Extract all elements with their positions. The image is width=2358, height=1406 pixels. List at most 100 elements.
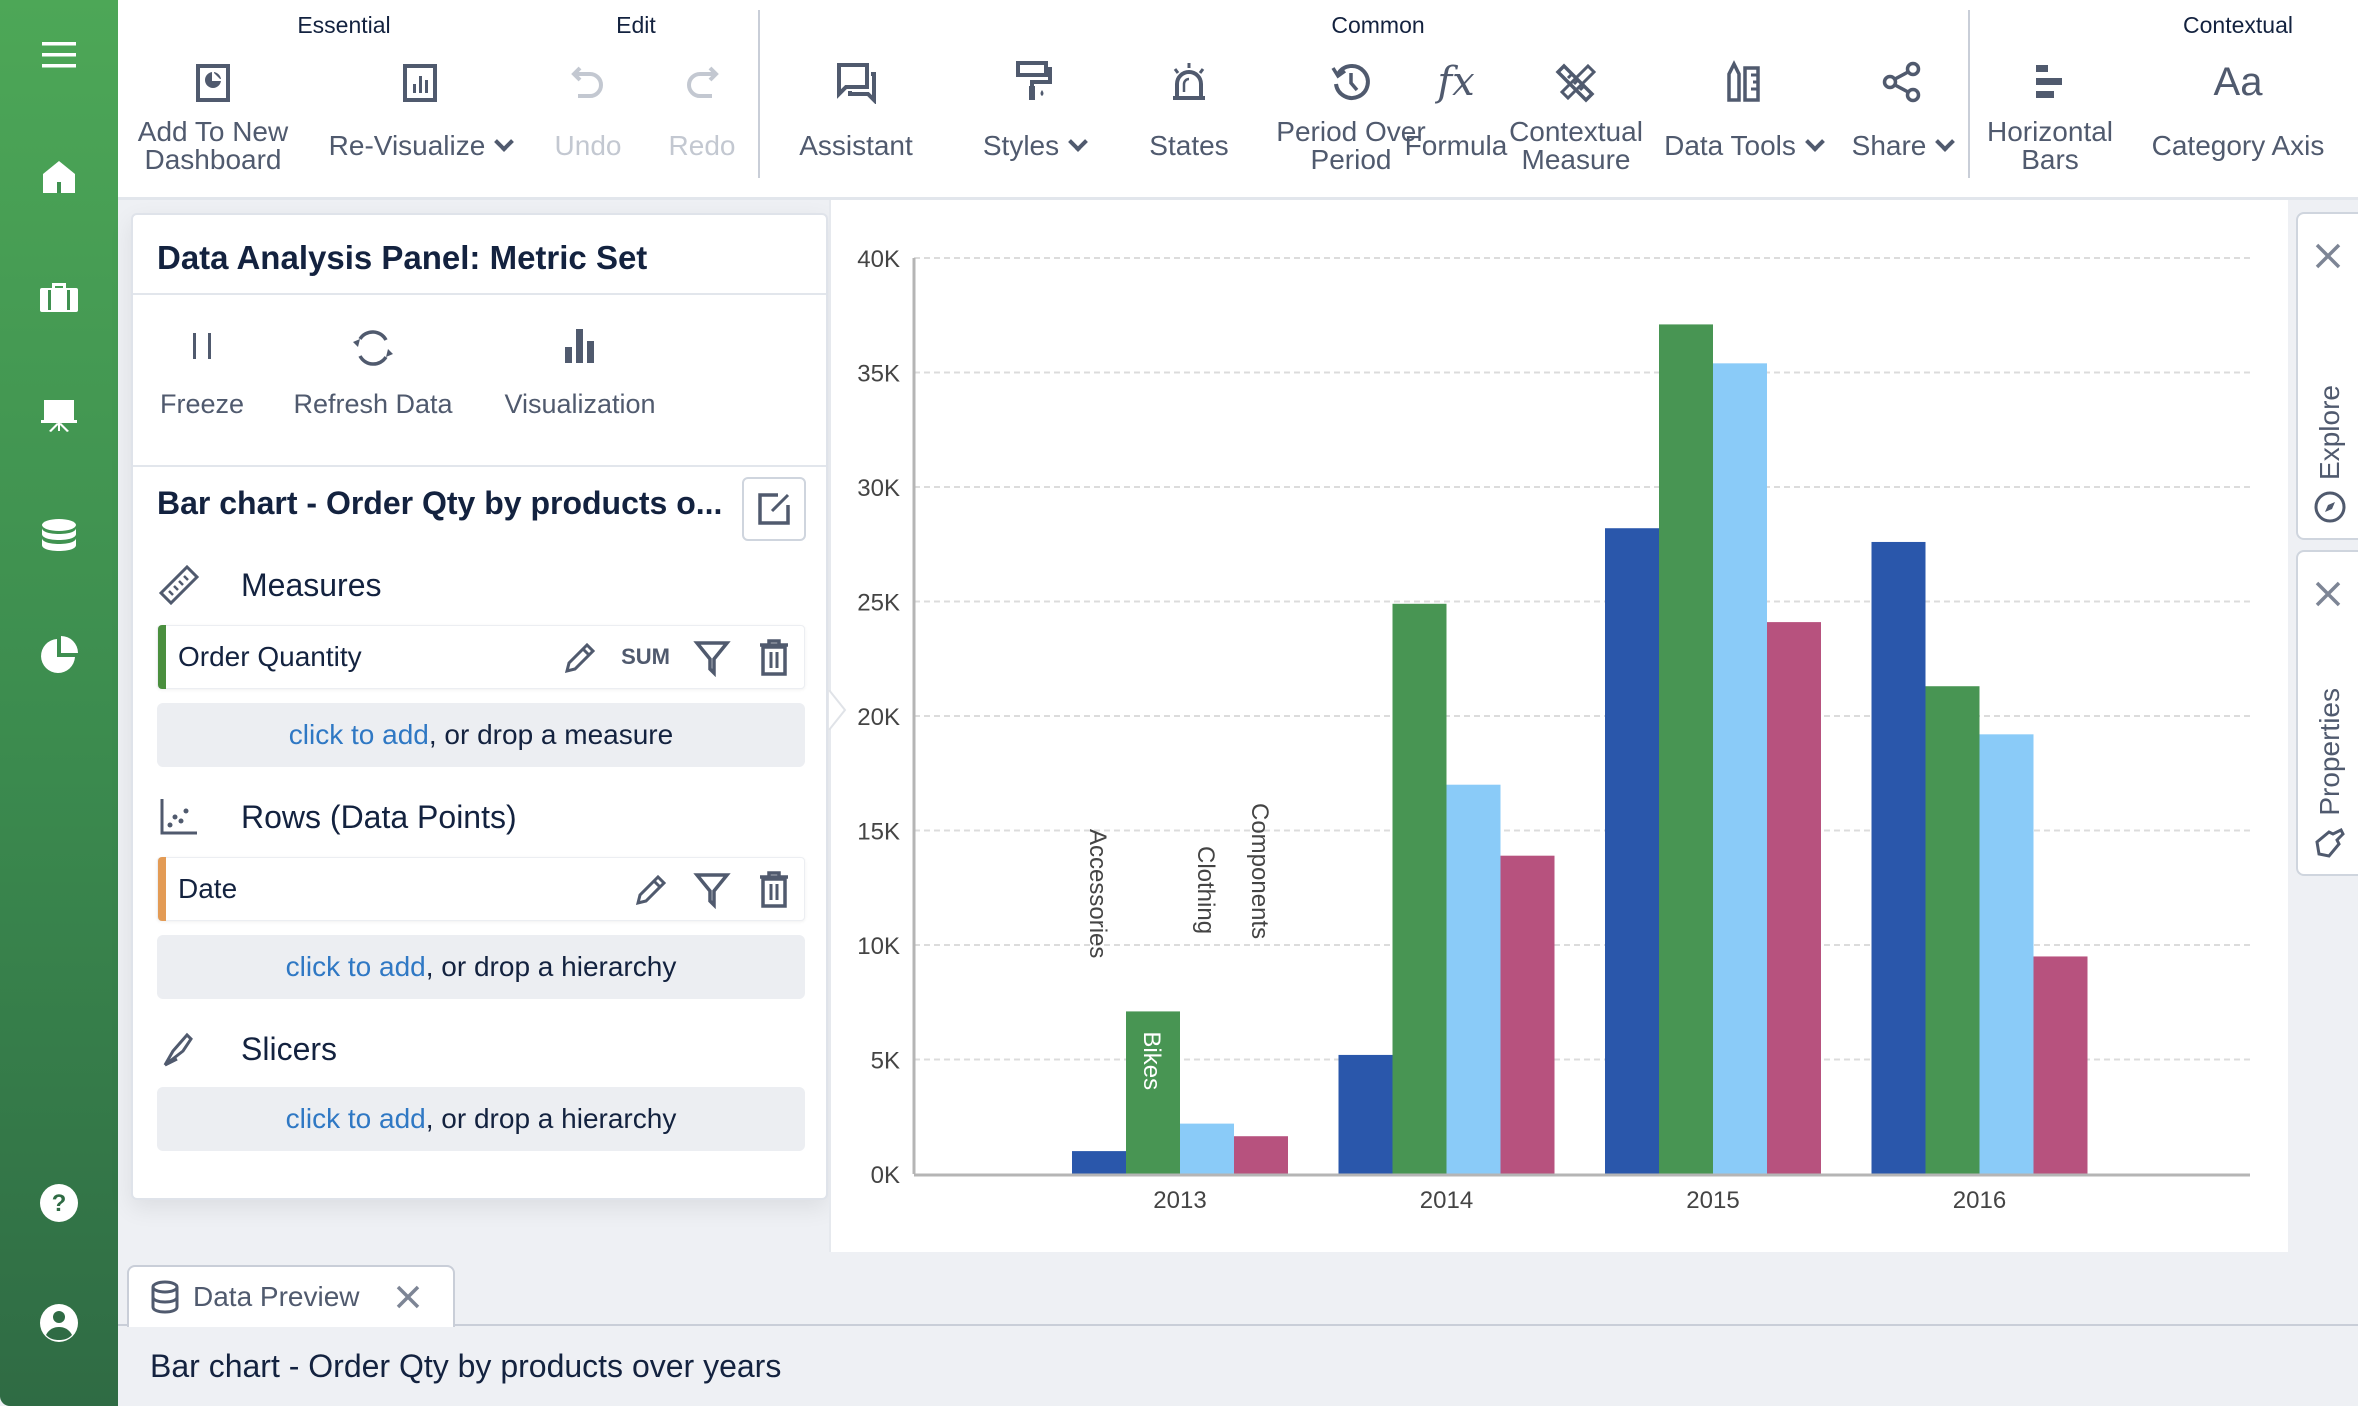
- refresh-data-label: Refresh Data: [293, 389, 453, 419]
- revisualize-label: Re-Visualize: [328, 130, 486, 161]
- freeze-label: Freeze: [159, 389, 245, 419]
- bar-components-2014[interactable]: [1500, 855, 1555, 1174]
- redo-label: Redo: [668, 130, 736, 161]
- bar-accessories-2015[interactable]: [1605, 528, 1659, 1174]
- toolbar-separator: [1968, 10, 1970, 178]
- x-tick-label: 2015: [1686, 1187, 1739, 1214]
- horizontal-bars-label-1: Horizontal: [1986, 116, 2114, 147]
- scatter-plot-icon: [160, 799, 197, 835]
- bar-clothing-2016[interactable]: [1979, 734, 2034, 1174]
- database-icon: [42, 519, 76, 551]
- properties-tab[interactable]: Properties: [2296, 550, 2358, 876]
- trash-icon[interactable]: [754, 637, 794, 677]
- group-label-contextual: Contextual: [2183, 12, 2293, 38]
- filter-icon[interactable]: [692, 869, 732, 909]
- refresh-icon: [353, 330, 393, 366]
- data-tools-label: Data Tools: [1664, 130, 1796, 161]
- sidebar-item-home[interactable]: [24, 141, 94, 211]
- pie-chart-icon: [41, 636, 78, 673]
- measure-field-order-quantity[interactable]: Order Quantity SUM: [157, 625, 805, 689]
- dashboard-add-icon: [196, 64, 230, 102]
- rows-label: Rows (Data Points): [241, 798, 517, 835]
- data-preview-content: Bar chart - Order Qty by products over y…: [118, 1328, 2358, 1406]
- share-button[interactable]: Share: [1842, 60, 1962, 176]
- bar-accessories-2014[interactable]: [1338, 1054, 1393, 1174]
- styles-button[interactable]: Styles: [950, 60, 1118, 176]
- bar-clothing-2014[interactable]: [1446, 784, 1501, 1174]
- app-root: ? Essential Edit Common Contextual Add T…: [0, 0, 2358, 1406]
- assistant-button[interactable]: Assistant: [774, 60, 938, 176]
- field-color-bar: [158, 625, 166, 689]
- rows-drop-zone[interactable]: click to add, or drop a hierarchy: [157, 935, 805, 999]
- measures-click-to-add-link[interactable]: click to add: [289, 719, 429, 751]
- bar-bikes-2016[interactable]: [1925, 686, 1980, 1174]
- slicers-drop-zone[interactable]: click to add, or drop a hierarchy: [157, 1087, 805, 1151]
- y-tick-label: 20K: [857, 704, 900, 731]
- filter-icon[interactable]: [692, 637, 732, 677]
- explore-label: Explore: [2314, 385, 2345, 480]
- sidebar-item-presentation[interactable]: [24, 381, 94, 451]
- slicer-knife-icon: [163, 1032, 193, 1067]
- measures-label: Measures: [241, 566, 382, 603]
- bar-components-2015[interactable]: [1767, 622, 1821, 1174]
- bar-accessories-2016[interactable]: [1871, 541, 1926, 1174]
- compass-icon: [2314, 491, 2346, 523]
- share-icon: [1882, 61, 1921, 103]
- svg-text:?: ?: [52, 1190, 67, 1217]
- close-icon[interactable]: [394, 1283, 422, 1311]
- bar-accessories-2013[interactable]: [1072, 1151, 1126, 1174]
- bar-components-2013[interactable]: [1234, 1136, 1288, 1174]
- data-tools-button[interactable]: Data Tools: [1648, 60, 1838, 176]
- trash-icon[interactable]: [754, 869, 794, 909]
- pencil-edit-icon[interactable]: [559, 637, 599, 677]
- slicers-click-to-add-link[interactable]: click to add: [286, 1103, 426, 1135]
- add-to-new-dashboard-label-2: Dashboard: [144, 144, 282, 175]
- bar-clothing-2013[interactable]: [1180, 1123, 1234, 1174]
- bar-components-2016[interactable]: [2033, 956, 2088, 1174]
- font-aa-icon: Aa: [2213, 60, 2263, 104]
- add-to-new-dashboard-button[interactable]: Add To New Dashboard: [132, 60, 294, 176]
- sidebar-account-button[interactable]: [24, 1288, 94, 1358]
- y-tick-label: 10K: [857, 933, 900, 960]
- visualization-label: Visualization: [504, 389, 656, 419]
- redo-icon: [687, 66, 719, 98]
- measures-section-header: Measures: [157, 563, 382, 607]
- y-tick-label: 15K: [857, 819, 900, 846]
- measures-drop-zone[interactable]: click to add, or drop a measure: [157, 703, 805, 767]
- bar-bikes-2014[interactable]: [1392, 603, 1447, 1174]
- sidebar-help-button[interactable]: ?: [24, 1168, 94, 1238]
- sidebar-item-data[interactable]: [24, 501, 94, 571]
- group-label-essential: Essential: [297, 12, 391, 38]
- bar-chart-icon: [565, 329, 594, 363]
- pencil-edit-icon[interactable]: [630, 869, 670, 909]
- edit-title-button[interactable]: [742, 477, 806, 541]
- category-axis-button[interactable]: Aa Category Axis: [2138, 60, 2338, 176]
- bar-bikes-2015[interactable]: [1659, 324, 1713, 1174]
- sidebar-item-briefcase[interactable]: [24, 261, 94, 331]
- freeze-button[interactable]: Freeze: [147, 325, 257, 420]
- close-icon[interactable]: [2312, 578, 2344, 610]
- undo-button[interactable]: Undo: [538, 60, 638, 176]
- redo-button[interactable]: Redo: [652, 60, 752, 176]
- undo-label: Undo: [554, 130, 622, 161]
- data-preview-tab[interactable]: Data Preview: [127, 1265, 455, 1327]
- contextual-measure-button[interactable]: Contextual Measure: [1476, 60, 1676, 176]
- states-button[interactable]: States: [1118, 60, 1260, 176]
- y-tick-label: 25K: [857, 590, 900, 617]
- sidebar-item-analysis[interactable]: [24, 620, 94, 690]
- close-icon[interactable]: [2312, 240, 2344, 272]
- chevron-down-icon: [1935, 132, 1956, 152]
- bar-clothing-2015[interactable]: [1713, 363, 1767, 1175]
- styles-label: Styles: [982, 130, 1060, 161]
- chevron-down-icon: [494, 132, 515, 152]
- visualization-button[interactable]: Visualization: [485, 325, 675, 420]
- horizontal-bars-button[interactable]: Horizontal Bars: [1980, 60, 2120, 176]
- refresh-data-button[interactable]: Refresh Data: [273, 325, 473, 420]
- explore-tab[interactable]: Explore: [2296, 212, 2358, 540]
- revisualize-button[interactable]: Re-Visualize: [320, 60, 520, 176]
- sidebar-menu-button[interactable]: [24, 20, 94, 90]
- rows-click-to-add-link[interactable]: click to add: [286, 951, 426, 983]
- row-field-date[interactable]: Date: [157, 857, 805, 921]
- y-tick-label: 35K: [857, 361, 900, 388]
- aggregation-sum-button[interactable]: SUM: [621, 644, 670, 670]
